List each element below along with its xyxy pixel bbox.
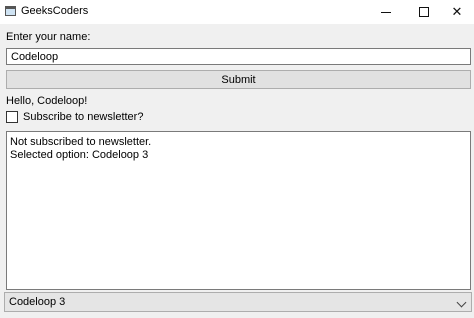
name-input[interactable] [6, 48, 471, 65]
newsletter-checkbox-row[interactable]: Subscribe to newsletter? [6, 111, 143, 123]
name-label: Enter your name: [6, 31, 91, 43]
title-bar: GeeksCoders ✕ [0, 0, 474, 24]
close-icon: ✕ [451, 4, 463, 19]
output-text-area[interactable]: Not subscribed to newsletter. Selected o… [6, 131, 471, 290]
newsletter-checkbox[interactable] [6, 111, 18, 123]
newsletter-label: Subscribe to newsletter? [23, 111, 144, 123]
minimize-icon [381, 11, 391, 13]
option-combobox[interactable]: Codeloop 3 [4, 292, 472, 312]
chevron-down-icon [456, 297, 467, 308]
output-line: Selected option: Codeloop 3 [10, 149, 149, 161]
output-line: Not subscribed to newsletter. [10, 136, 152, 148]
combobox-selected-value: Codeloop 3 [9, 296, 66, 308]
maximize-icon [419, 7, 429, 17]
greeting-label: Hello, Codeloop! [6, 95, 88, 107]
submit-button[interactable]: Submit [6, 70, 471, 89]
close-button[interactable]: ✕ [440, 0, 474, 24]
app-window-icon [5, 6, 16, 16]
window-title: GeeksCoders [21, 5, 89, 17]
